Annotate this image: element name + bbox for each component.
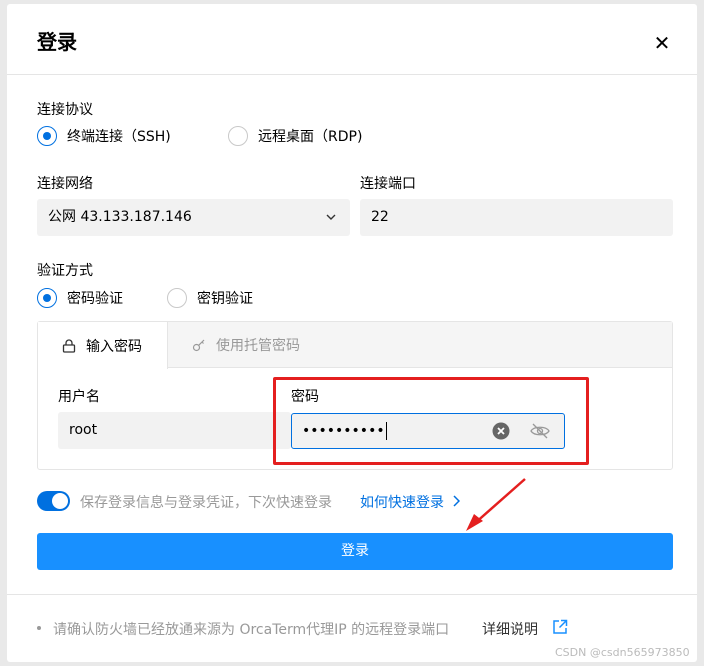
close-icon[interactable]: ✕	[651, 32, 673, 54]
port-label: 连接端口	[360, 176, 416, 192]
radio-dot-unchecked[interactable]	[228, 126, 248, 146]
external-link-icon[interactable]	[552, 619, 568, 635]
radio-key[interactable]: 密钥验证	[167, 288, 253, 308]
details-link[interactable]: 详细说明	[482, 619, 538, 639]
radio-dot-checked[interactable]	[37, 126, 57, 146]
protocol-label: 连接协议	[37, 102, 93, 118]
quick-login-link[interactable]: 如何快速登录	[360, 492, 461, 512]
password-label: 密码	[291, 389, 319, 405]
dialog-header: 登录 ✕	[7, 4, 697, 75]
login-button[interactable]: 登录	[37, 533, 673, 570]
password-input[interactable]: ••••••••••	[291, 413, 565, 449]
radio-rdp-label: 远程桌面（RDP)	[258, 129, 363, 145]
eye-off-icon[interactable]	[530, 422, 550, 440]
footer-bullet	[37, 626, 41, 630]
password-input-value: ••••••••••	[302, 422, 387, 440]
footer-divider	[7, 594, 697, 595]
username-label: 用户名	[58, 389, 100, 405]
chevron-right-icon	[453, 495, 461, 507]
chevron-down-icon	[326, 214, 336, 220]
tab-input-password[interactable]: 输入密码	[38, 322, 168, 369]
radio-password-label: 密码验证	[67, 291, 123, 307]
port-input[interactable]: 22	[360, 199, 673, 236]
dialog-title: 登录	[37, 30, 77, 54]
network-select[interactable]: 公网 43.133.187.146	[37, 199, 350, 236]
login-dialog: 登录 ✕ 连接协议 终端连接（SSH) 远程桌面（RDP) 连接网络 公网 43…	[7, 4, 697, 662]
port-input-value: 22	[371, 209, 389, 225]
watermark: CSDN @csdn565973850	[555, 646, 690, 659]
radio-rdp[interactable]: 远程桌面（RDP)	[228, 126, 362, 146]
radio-dot-unchecked[interactable]	[167, 288, 187, 308]
radio-password[interactable]: 密码验证	[37, 288, 123, 308]
save-credentials-toggle[interactable]	[37, 491, 70, 511]
lock-icon	[62, 338, 76, 353]
radio-ssh-label: 终端连接（SSH)	[67, 129, 171, 145]
clear-icon[interactable]	[492, 422, 510, 440]
radio-ssh[interactable]: 终端连接（SSH)	[37, 126, 171, 146]
username-input-value: root	[69, 422, 98, 438]
tab-managed-password-label: 使用托管密码	[216, 338, 300, 354]
tab-managed-password[interactable]: 使用托管密码	[192, 322, 300, 368]
network-label: 连接网络	[37, 176, 93, 192]
save-credentials-label: 保存登录信息与登录凭证，下次快速登录	[80, 495, 332, 511]
auth-label: 验证方式	[37, 263, 93, 279]
auth-tabs: 输入密码 使用托管密码	[38, 322, 672, 369]
username-input[interactable]: root	[58, 412, 291, 449]
radio-dot-checked[interactable]	[37, 288, 57, 308]
annotation-arrow	[466, 478, 526, 531]
firewall-note: 请确认防火墙已经放通来源为 OrcaTerm代理IP 的远程登录端口	[53, 622, 450, 638]
radio-key-label: 密钥验证	[197, 291, 253, 307]
tab-input-password-label: 输入密码	[86, 338, 142, 355]
network-select-value: 公网 43.133.187.146	[48, 209, 192, 225]
key-icon	[192, 339, 205, 352]
